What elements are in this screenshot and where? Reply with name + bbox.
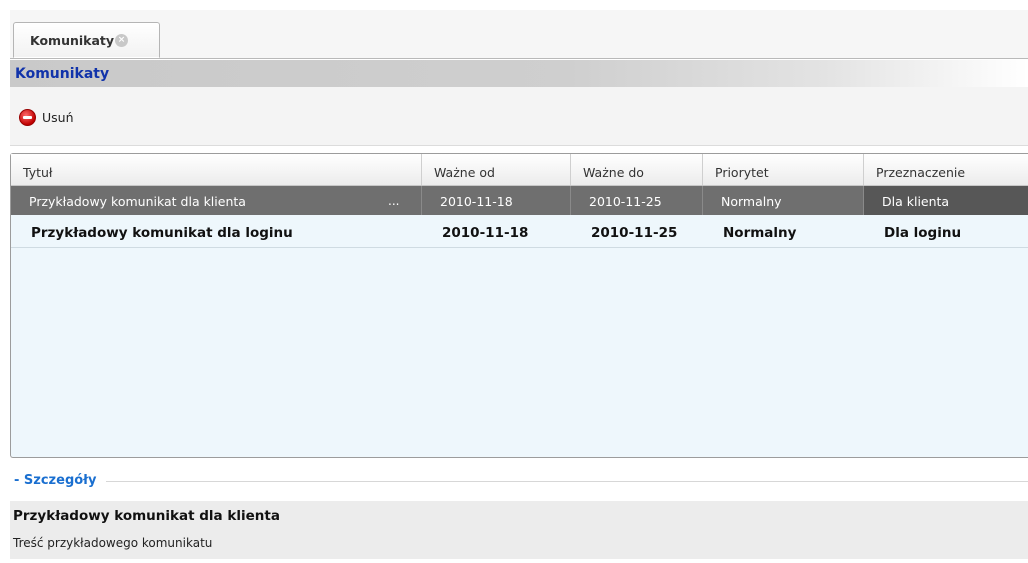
delete-icon bbox=[19, 109, 36, 126]
cell-valid-to: 2010-11-25 bbox=[591, 225, 678, 241]
table-row[interactable]: Przykładowy komunikat dla loginu 2010-11… bbox=[11, 218, 1028, 248]
divider bbox=[106, 481, 1028, 482]
cell-priority: Normalny bbox=[703, 186, 864, 215]
column-header-priority[interactable]: Priorytet bbox=[703, 154, 864, 185]
panel-title: Komunikaty bbox=[10, 60, 1028, 87]
details-section-header: - Szczegóły bbox=[10, 467, 1028, 493]
cell-valid-to: 2010-11-25 bbox=[571, 186, 703, 215]
column-header-valid-from[interactable]: Ważne od bbox=[422, 154, 571, 185]
cell-valid-from: 2010-11-18 bbox=[422, 186, 571, 215]
tab-strip: Komunikaty × bbox=[10, 10, 1028, 59]
cell-target: Dla klienta bbox=[864, 186, 1028, 215]
details-toggle[interactable]: - Szczegóły bbox=[10, 473, 106, 488]
tab-komunikaty[interactable]: Komunikaty × bbox=[13, 22, 160, 58]
column-header-valid-to[interactable]: Ważne do bbox=[571, 154, 703, 185]
detail-title: Przykładowy komunikat dla klienta bbox=[13, 508, 280, 524]
cell-title: Przykładowy komunikat dla loginu bbox=[31, 225, 293, 241]
tab-label: Komunikaty bbox=[30, 32, 115, 48]
column-header-target[interactable]: Przeznaczenie bbox=[864, 154, 1028, 185]
grid-header: Tytuł Ważne od Ważne do Priorytet Przezn… bbox=[11, 154, 1028, 186]
ellipsis-button[interactable]: ... bbox=[388, 186, 399, 215]
cell-target: Dla loginu bbox=[884, 225, 962, 241]
cell-valid-from: 2010-11-18 bbox=[442, 225, 529, 241]
delete-button-label: Usuń bbox=[42, 110, 74, 125]
messages-grid: Tytuł Ważne od Ważne do Priorytet Przezn… bbox=[10, 153, 1028, 458]
details-panel: Przykładowy komunikat dla klienta Treść … bbox=[10, 501, 1028, 559]
cell-priority: Normalny bbox=[723, 225, 797, 241]
cell-title: Przykładowy komunikat dla klienta bbox=[11, 186, 422, 215]
close-icon[interactable]: × bbox=[115, 33, 129, 47]
detail-text: Treść przykładowego komunikatu bbox=[13, 536, 213, 550]
delete-button[interactable]: Usuń bbox=[19, 109, 74, 126]
table-row[interactable]: Przykładowy komunikat dla klienta ... 20… bbox=[11, 186, 1028, 215]
column-header-title[interactable]: Tytuł bbox=[11, 154, 422, 185]
toolbar: Usuń bbox=[10, 87, 1028, 146]
